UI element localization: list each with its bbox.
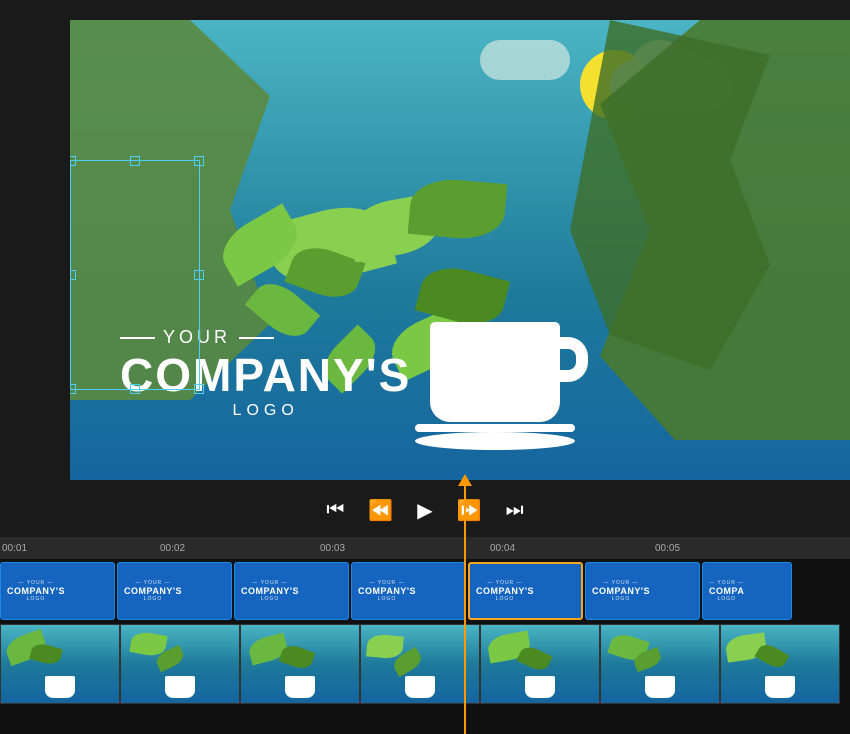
video-thumb-3 <box>240 624 360 704</box>
ruler-tick-1: 00:02 <box>160 543 185 554</box>
dash-left <box>120 337 155 339</box>
cup-body <box>430 322 560 422</box>
play-button[interactable]: ▶ <box>417 498 432 523</box>
cup-top-line <box>415 424 575 432</box>
your-text: YOUR <box>163 327 231 348</box>
logo-text: LOGO <box>120 402 411 420</box>
text-clip-3[interactable]: — YOUR — COMPANY'S LOGO <box>234 562 349 620</box>
text-clip-2[interactable]: — YOUR — COMPANY'S LOGO <box>117 562 232 620</box>
video-thumb-2 <box>120 624 240 704</box>
cup-container <box>430 322 575 450</box>
dash-right <box>239 337 274 339</box>
text-clip-4[interactable]: — YOUR — COMPANY'S LOGO <box>351 562 466 620</box>
video-preview: YOUR COMPANY'S LOGO <box>70 20 850 480</box>
text-clip-7[interactable]: — YOUR — COMPA LOGO <box>702 562 792 620</box>
video-thumb-4 <box>360 624 480 704</box>
video-thumb-1 <box>0 624 120 704</box>
timeline-ruler: 00:01 00:02 00:03 00:04 00:05 <box>0 537 850 559</box>
your-line: YOUR <box>120 327 411 348</box>
text-clip-1[interactable]: — YOUR — COMPANY'S LOGO <box>0 562 115 620</box>
skip-back-button[interactable]: ⏮ <box>326 499 344 522</box>
text-clip-5[interactable]: — YOUR — COMPANY'S LOGO <box>468 562 583 620</box>
video-thumb-7 <box>720 624 840 704</box>
text-overlay: YOUR COMPANY'S LOGO <box>120 327 411 420</box>
playback-controls: ⏮ ⏪ ▶ ⏩ ⏭ <box>0 490 850 531</box>
video-track <box>0 624 850 704</box>
cup-handle <box>558 337 588 382</box>
playhead[interactable] <box>464 480 466 734</box>
ruler-tick-0: 00:01 <box>2 543 27 554</box>
company-text: COMPANY'S <box>120 352 411 398</box>
ruler-tick-3: 00:04 <box>490 543 515 554</box>
leaf-8 <box>408 176 508 242</box>
tree-mid <box>570 20 770 370</box>
cloud-element-2 <box>480 40 570 80</box>
video-thumb-5 <box>480 624 600 704</box>
video-thumb-6 <box>600 624 720 704</box>
cup-saucer <box>415 432 575 450</box>
ruler-tick-4: 00:05 <box>655 543 680 554</box>
preview-background: YOUR COMPANY'S LOGO <box>70 20 850 480</box>
skip-forward-button[interactable]: ⏭ <box>506 499 524 522</box>
bottom-bar <box>0 704 850 734</box>
rewind-button[interactable]: ⏪ <box>368 498 393 523</box>
text-clip-6[interactable]: — YOUR — COMPANY'S LOGO <box>585 562 700 620</box>
ruler-tick-2: 00:03 <box>320 543 345 554</box>
fast-forward-button[interactable]: ⏩ <box>457 498 482 523</box>
text-overlay-track: — YOUR — COMPANY'S LOGO — YOUR — COMPANY… <box>0 559 850 624</box>
